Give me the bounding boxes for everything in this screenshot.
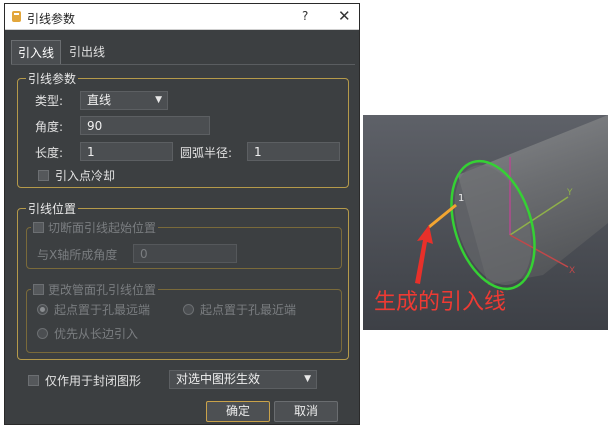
x-axis-label: X	[569, 266, 575, 276]
illustration-caption: 生成的引入线	[374, 290, 507, 315]
lead-position-group-title: 引线位置	[26, 200, 79, 217]
lead-params-group-title: 引线参数	[26, 70, 79, 87]
chevron-down-icon: ▼	[304, 374, 311, 384]
cooling-checkbox[interactable]	[38, 170, 49, 181]
lead-position-group: 引线位置 切断面引线起始位置 与X轴所成角度 更改管面孔引线位置 起点置于孔最远…	[17, 200, 349, 360]
x-angle-label: 与X轴所成角度	[37, 248, 118, 262]
type-select-value: 直线	[87, 93, 112, 107]
x-angle-input[interactable]	[133, 244, 237, 263]
lead-params-dialog: 引线参数 ? ✕ 引入线 引出线 引线参数 类型: 直线 ▼ 角度: 长度: 圆…	[4, 3, 360, 425]
radio-far-end[interactable]	[37, 304, 48, 315]
apply-scope-select[interactable]: 对选中图形生效 ▼	[169, 370, 317, 389]
angle-label: 角度:	[35, 120, 64, 134]
apply-scope-value: 对选中图形生效	[176, 372, 261, 386]
cooling-label: 引入点冷却	[55, 169, 116, 183]
radio-long-side-label: 优先从长边引入	[54, 327, 139, 341]
angle-input[interactable]	[80, 116, 210, 135]
cut-section-group: 切断面引线起始位置 与X轴所成角度	[26, 219, 342, 269]
radius-label: 圆弧半径:	[180, 146, 233, 160]
radio-near-end[interactable]	[183, 304, 194, 315]
marker-label: 1	[458, 193, 464, 204]
length-input[interactable]	[80, 142, 173, 161]
lead-params-group: 引线参数 类型: 直线 ▼ 角度: 长度: 圆弧半径: 引入点冷却	[17, 70, 349, 188]
close-button[interactable]: ✕	[338, 7, 351, 25]
title-bar: 引线参数 ? ✕	[5, 4, 359, 30]
cut-section-checkbox[interactable]	[33, 222, 44, 233]
pipe-hole-group: 更改管面孔引线位置 起点置于孔最远端 起点置于孔最近端 优先从长边引入	[26, 281, 342, 353]
ok-button[interactable]: 确定	[206, 401, 270, 422]
pipe-hole-checkbox[interactable]	[33, 284, 44, 295]
tab-lead-in[interactable]: 引入线	[11, 40, 61, 64]
type-label: 类型:	[35, 94, 64, 108]
type-select[interactable]: 直线 ▼	[80, 91, 168, 110]
radio-near-end-label: 起点置于孔最近端	[200, 303, 297, 317]
radio-long-side[interactable]	[37, 328, 48, 339]
y-axis-label: Y	[566, 188, 573, 198]
closed-only-checkbox[interactable]	[28, 375, 39, 386]
length-label: 长度:	[35, 146, 64, 160]
dialog-title: 引线参数	[27, 12, 76, 26]
tab-lead-out[interactable]: 引出线	[63, 40, 111, 64]
chevron-down-icon: ▼	[155, 95, 162, 105]
radius-input[interactable]	[247, 142, 340, 161]
help-button[interactable]: ?	[302, 9, 308, 23]
app-icon	[12, 11, 21, 22]
cut-section-title: 切断面引线起始位置	[48, 221, 157, 235]
cancel-button[interactable]: 取消	[274, 401, 338, 422]
pipe-hole-title: 更改管面孔引线位置	[48, 283, 157, 297]
tab-divider	[11, 64, 355, 65]
closed-only-label: 仅作用于封闭图形	[45, 374, 142, 388]
radio-far-end-label: 起点置于孔最远端	[54, 303, 151, 317]
